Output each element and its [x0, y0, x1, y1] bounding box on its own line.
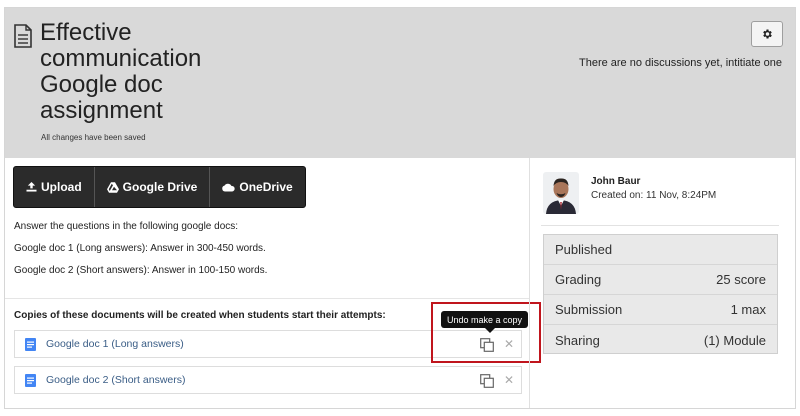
assignment-sidebar: John Baur Created on: 11 Nov, 8:24PM Pub… [530, 158, 795, 408]
property-value: (1) Module [703, 332, 766, 348]
property-label: Sharing [555, 332, 600, 348]
copies-label: Copies of these documents will be create… [14, 310, 386, 321]
onedrive-button-label: OneDrive [239, 180, 293, 194]
section-divider [5, 298, 529, 299]
settings-button[interactable] [751, 21, 783, 47]
property-sharing[interactable]: Sharing (1) Module [544, 325, 777, 355]
gear-icon [763, 29, 772, 39]
document-icon [14, 24, 32, 48]
property-value: 1 max [730, 302, 766, 317]
instruction-line: Answer the questions in the following go… [14, 221, 239, 232]
sidebar-divider [541, 225, 779, 226]
upload-button-group: Upload Google Drive OneDrive [13, 166, 306, 208]
document-item: Google doc 2 (Short answers) ✕ [14, 366, 522, 394]
google-drive-icon [106, 181, 119, 193]
property-label: Grading [555, 272, 602, 287]
google-drive-button-label: Google Drive [122, 180, 198, 194]
property-published[interactable]: Published [544, 235, 777, 265]
copy-icon[interactable] [480, 374, 494, 388]
instruction-line: Google doc 2 (Short answers): Answer in … [14, 265, 268, 276]
property-label: Published [555, 242, 613, 257]
document-link[interactable]: Google doc 1 (Long answers) [46, 338, 184, 350]
tooltip: Undo make a copy [441, 311, 529, 333]
assignment-content: Upload Google Drive OneDrive Answer the … [5, 158, 541, 408]
created-date: Created on: 11 Nov, 8:24PM [591, 190, 717, 201]
author-name: John Baur [591, 176, 641, 187]
page-title[interactable]: Effective communication Google doc assig… [40, 20, 240, 124]
onedrive-button[interactable]: OneDrive [210, 167, 304, 207]
upload-button-label: Upload [41, 180, 82, 194]
google-doc-icon [25, 337, 36, 351]
assignment-panel: Effective communication Google doc assig… [4, 7, 796, 409]
instruction-line: Google doc 1 (Long answers): Answer in 3… [14, 243, 266, 254]
document-link[interactable]: Google doc 2 (Short answers) [46, 374, 185, 386]
google-doc-icon [25, 373, 36, 387]
save-status: All changes have been saved [41, 133, 146, 142]
onedrive-icon [222, 183, 236, 191]
upload-icon [26, 182, 37, 192]
property-submission[interactable]: Submission 1 max [544, 295, 777, 325]
property-value: 25 score [716, 272, 766, 287]
property-label: Submission [555, 302, 623, 317]
property-grading[interactable]: Grading 25 score [544, 265, 777, 295]
properties-panel: Published Grading 25 score Submission 1 … [543, 234, 778, 354]
avatar [543, 172, 579, 214]
assignment-header: Effective communication Google doc assig… [5, 8, 795, 158]
google-drive-button[interactable]: Google Drive [95, 167, 211, 207]
close-icon[interactable]: ✕ [504, 373, 514, 387]
upload-button[interactable]: Upload [14, 167, 95, 207]
discussion-status[interactable]: There are no discussions yet, intitiate … [579, 57, 782, 69]
